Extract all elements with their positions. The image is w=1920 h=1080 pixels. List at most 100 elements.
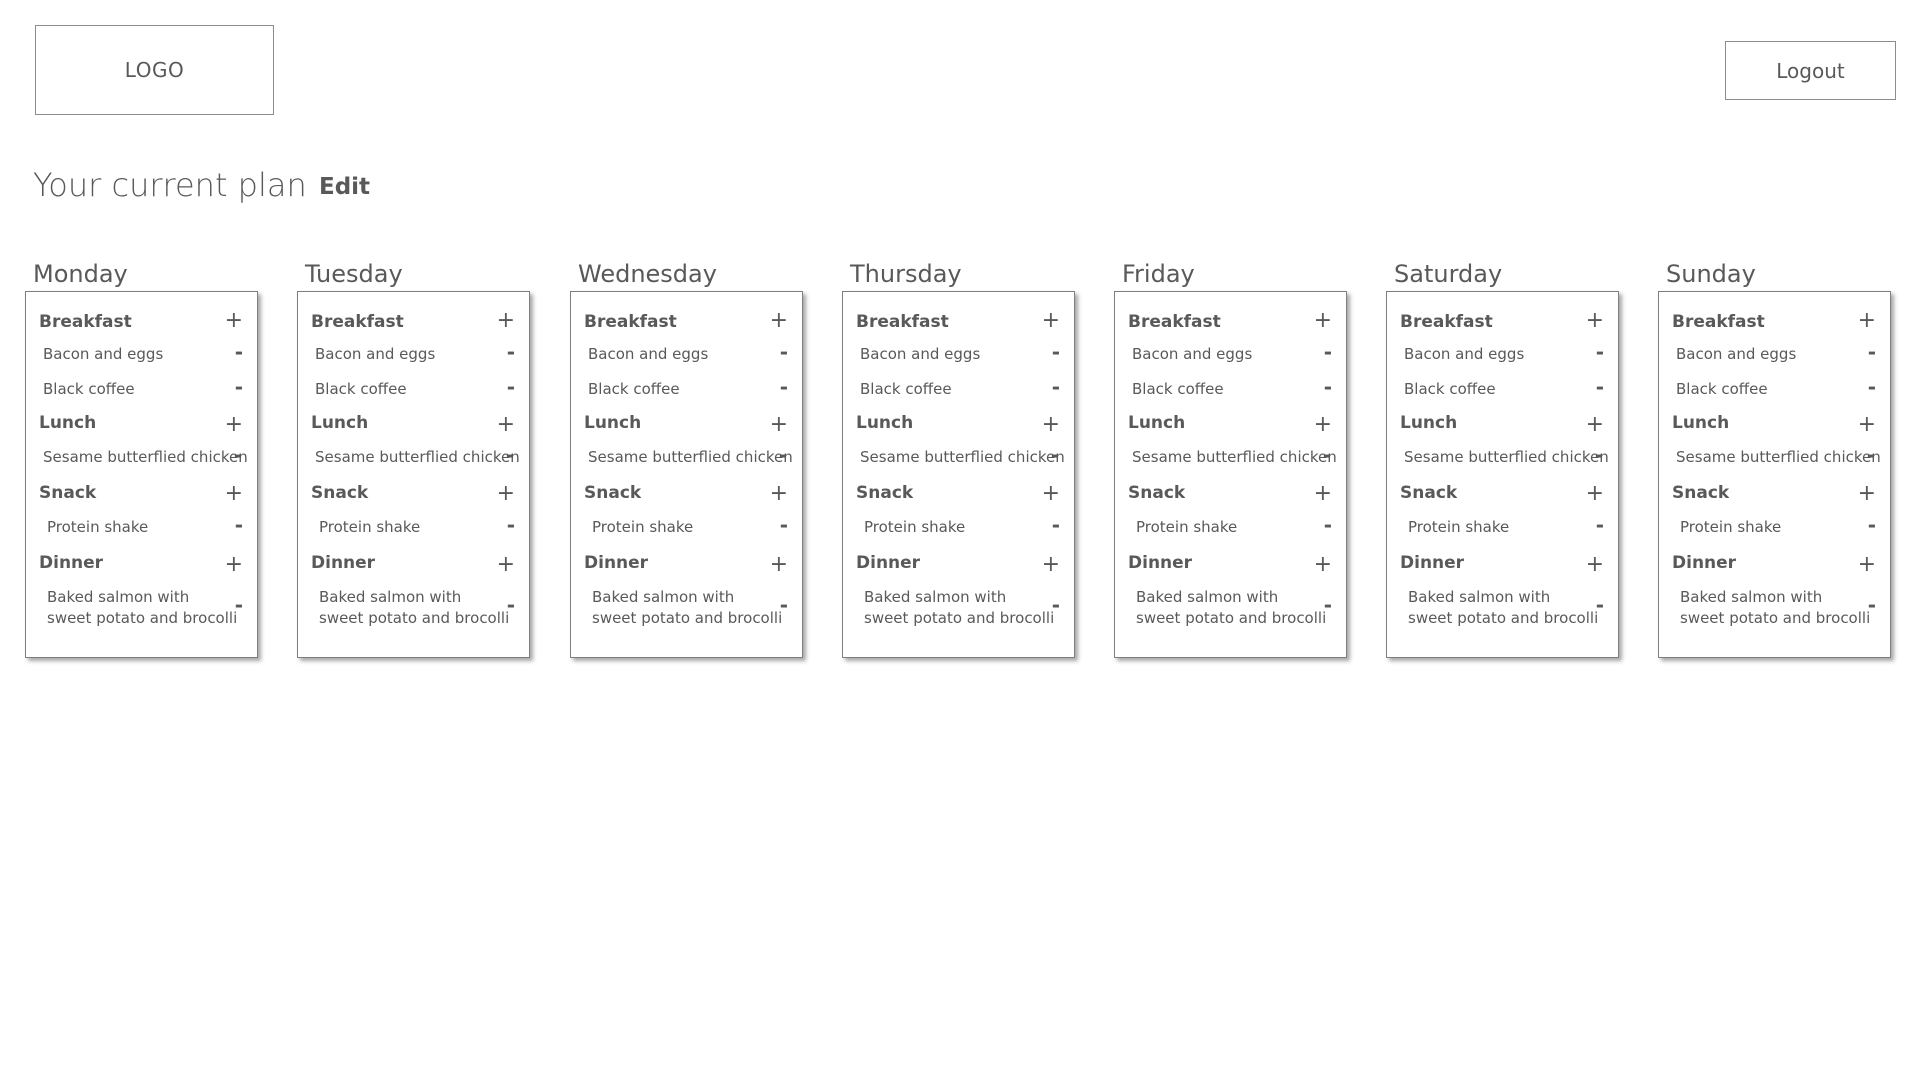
day-name: Wednesday xyxy=(578,260,717,288)
meal-header-lunch: Lunch xyxy=(311,413,369,433)
add-dinner-item-button[interactable]: + xyxy=(1858,554,1876,576)
remove-item-button[interactable]: - xyxy=(1868,595,1876,615)
remove-item-button[interactable]: - xyxy=(1868,377,1876,397)
logo: LOGO xyxy=(35,25,274,115)
remove-item-button[interactable]: - xyxy=(507,515,515,535)
meal-item: Bacon and eggs xyxy=(860,345,981,363)
remove-item-button[interactable]: - xyxy=(1052,377,1060,397)
remove-item-button[interactable]: - xyxy=(1867,445,1875,465)
meal-header-snack: Snack xyxy=(1400,483,1458,503)
meal-item: Black coffee xyxy=(860,380,952,398)
meal-item: Sesame butterflied chicken xyxy=(588,448,793,466)
meal-header-breakfast: Breakfast xyxy=(1400,312,1493,332)
meal-item: sweet potato and brocolli xyxy=(1408,609,1599,627)
remove-item-button[interactable]: - xyxy=(1595,445,1603,465)
add-snack-item-button[interactable]: + xyxy=(1586,483,1604,505)
add-breakfast-item-button[interactable]: + xyxy=(497,310,515,332)
meal-header-dinner: Dinner xyxy=(39,553,104,573)
remove-item-button[interactable]: - xyxy=(779,445,787,465)
add-snack-item-button[interactable]: + xyxy=(770,483,788,505)
add-dinner-item-button[interactable]: + xyxy=(225,554,243,576)
edit-plan-button[interactable]: Edit xyxy=(319,174,370,200)
add-lunch-item-button[interactable]: + xyxy=(1042,414,1060,436)
remove-item-button[interactable]: - xyxy=(506,445,514,465)
meal-item: Black coffee xyxy=(1404,380,1496,398)
remove-item-button[interactable]: - xyxy=(780,342,788,362)
remove-item-button[interactable]: - xyxy=(1324,595,1332,615)
add-snack-item-button[interactable]: + xyxy=(1042,483,1060,505)
add-lunch-item-button[interactable]: + xyxy=(1314,414,1332,436)
remove-item-button[interactable]: - xyxy=(235,595,243,615)
add-lunch-item-button[interactable]: + xyxy=(1858,414,1876,436)
add-breakfast-item-button[interactable]: + xyxy=(1586,310,1604,332)
add-snack-item-button[interactable]: + xyxy=(497,483,515,505)
remove-item-button[interactable]: - xyxy=(1323,445,1331,465)
remove-item-button[interactable]: - xyxy=(1324,377,1332,397)
remove-item-button[interactable]: - xyxy=(1596,595,1604,615)
add-breakfast-item-button[interactable]: + xyxy=(1314,310,1332,332)
remove-item-button[interactable]: - xyxy=(235,515,243,535)
add-dinner-item-button[interactable]: + xyxy=(1314,554,1332,576)
remove-item-button[interactable]: - xyxy=(1596,515,1604,535)
day-card: Breakfast + Bacon and eggs - Black coffee - Lu… xyxy=(1658,291,1891,658)
add-dinner-item-button[interactable]: + xyxy=(1586,554,1604,576)
add-lunch-item-button[interactable]: + xyxy=(1586,414,1604,436)
add-snack-item-button[interactable]: + xyxy=(1858,483,1876,505)
remove-item-button[interactable]: - xyxy=(235,342,243,362)
remove-item-button[interactable]: - xyxy=(1868,342,1876,362)
meal-item: Sesame butterflied chicken xyxy=(315,448,520,466)
add-snack-item-button[interactable]: + xyxy=(225,483,243,505)
remove-item-button[interactable]: - xyxy=(1868,515,1876,535)
remove-item-button[interactable]: - xyxy=(507,342,515,362)
add-breakfast-item-button[interactable]: + xyxy=(1858,310,1876,332)
day-name: Tuesday xyxy=(305,260,403,288)
meal-item: Sesame butterflied chicken xyxy=(43,448,248,466)
remove-item-button[interactable]: - xyxy=(235,377,243,397)
remove-item-button[interactable]: - xyxy=(1051,445,1059,465)
add-lunch-item-button[interactable]: + xyxy=(225,414,243,436)
day-name: Sunday xyxy=(1666,260,1756,288)
meal-item: sweet potato and brocolli xyxy=(592,609,783,627)
remove-item-button[interactable]: - xyxy=(780,595,788,615)
add-breakfast-item-button[interactable]: + xyxy=(225,310,243,332)
meal-item: Protein shake xyxy=(319,518,421,536)
remove-item-button[interactable]: - xyxy=(780,515,788,535)
add-dinner-item-button[interactable]: + xyxy=(497,554,515,576)
meal-header-breakfast: Breakfast xyxy=(1672,312,1765,332)
remove-item-button[interactable]: - xyxy=(1052,595,1060,615)
add-dinner-item-button[interactable]: + xyxy=(770,554,788,576)
meal-header-lunch: Lunch xyxy=(1128,413,1186,433)
remove-item-button[interactable]: - xyxy=(1052,342,1060,362)
day-card: Breakfast + Bacon and eggs - Black coffee - Lu… xyxy=(842,291,1075,658)
remove-item-button[interactable]: - xyxy=(234,445,242,465)
remove-item-button[interactable]: - xyxy=(1324,515,1332,535)
add-breakfast-item-button[interactable]: + xyxy=(1042,310,1060,332)
meal-item: Protein shake xyxy=(592,518,694,536)
meal-header-lunch: Lunch xyxy=(856,413,914,433)
meal-header-snack: Snack xyxy=(39,483,97,503)
remove-item-button[interactable]: - xyxy=(780,377,788,397)
remove-item-button[interactable]: - xyxy=(1052,515,1060,535)
meal-item: Protein shake xyxy=(1408,518,1510,536)
remove-item-button[interactable]: - xyxy=(1324,342,1332,362)
remove-item-button[interactable]: - xyxy=(1596,342,1604,362)
add-breakfast-item-button[interactable]: + xyxy=(770,310,788,332)
remove-item-button[interactable]: - xyxy=(507,377,515,397)
meal-item: Protein shake xyxy=(1136,518,1238,536)
add-lunch-item-button[interactable]: + xyxy=(770,414,788,436)
add-snack-item-button[interactable]: + xyxy=(1314,483,1332,505)
meal-header-dinner: Dinner xyxy=(1400,553,1465,573)
day-card: Breakfast + Bacon and eggs - Black coffee - Lu… xyxy=(25,291,258,658)
remove-item-button[interactable]: - xyxy=(1596,377,1604,397)
meal-item: sweet potato and brocolli xyxy=(864,609,1055,627)
meal-header-snack: Snack xyxy=(1672,483,1730,503)
add-dinner-item-button[interactable]: + xyxy=(1042,554,1060,576)
meal-header-lunch: Lunch xyxy=(1672,413,1730,433)
meal-header-dinner: Dinner xyxy=(311,553,376,573)
logout-button[interactable]: Logout xyxy=(1725,41,1896,100)
meal-item: Black coffee xyxy=(1132,380,1224,398)
remove-item-button[interactable]: - xyxy=(507,595,515,615)
add-lunch-item-button[interactable]: + xyxy=(497,414,515,436)
meal-header-lunch: Lunch xyxy=(1400,413,1458,433)
meal-header-dinner: Dinner xyxy=(584,553,649,573)
